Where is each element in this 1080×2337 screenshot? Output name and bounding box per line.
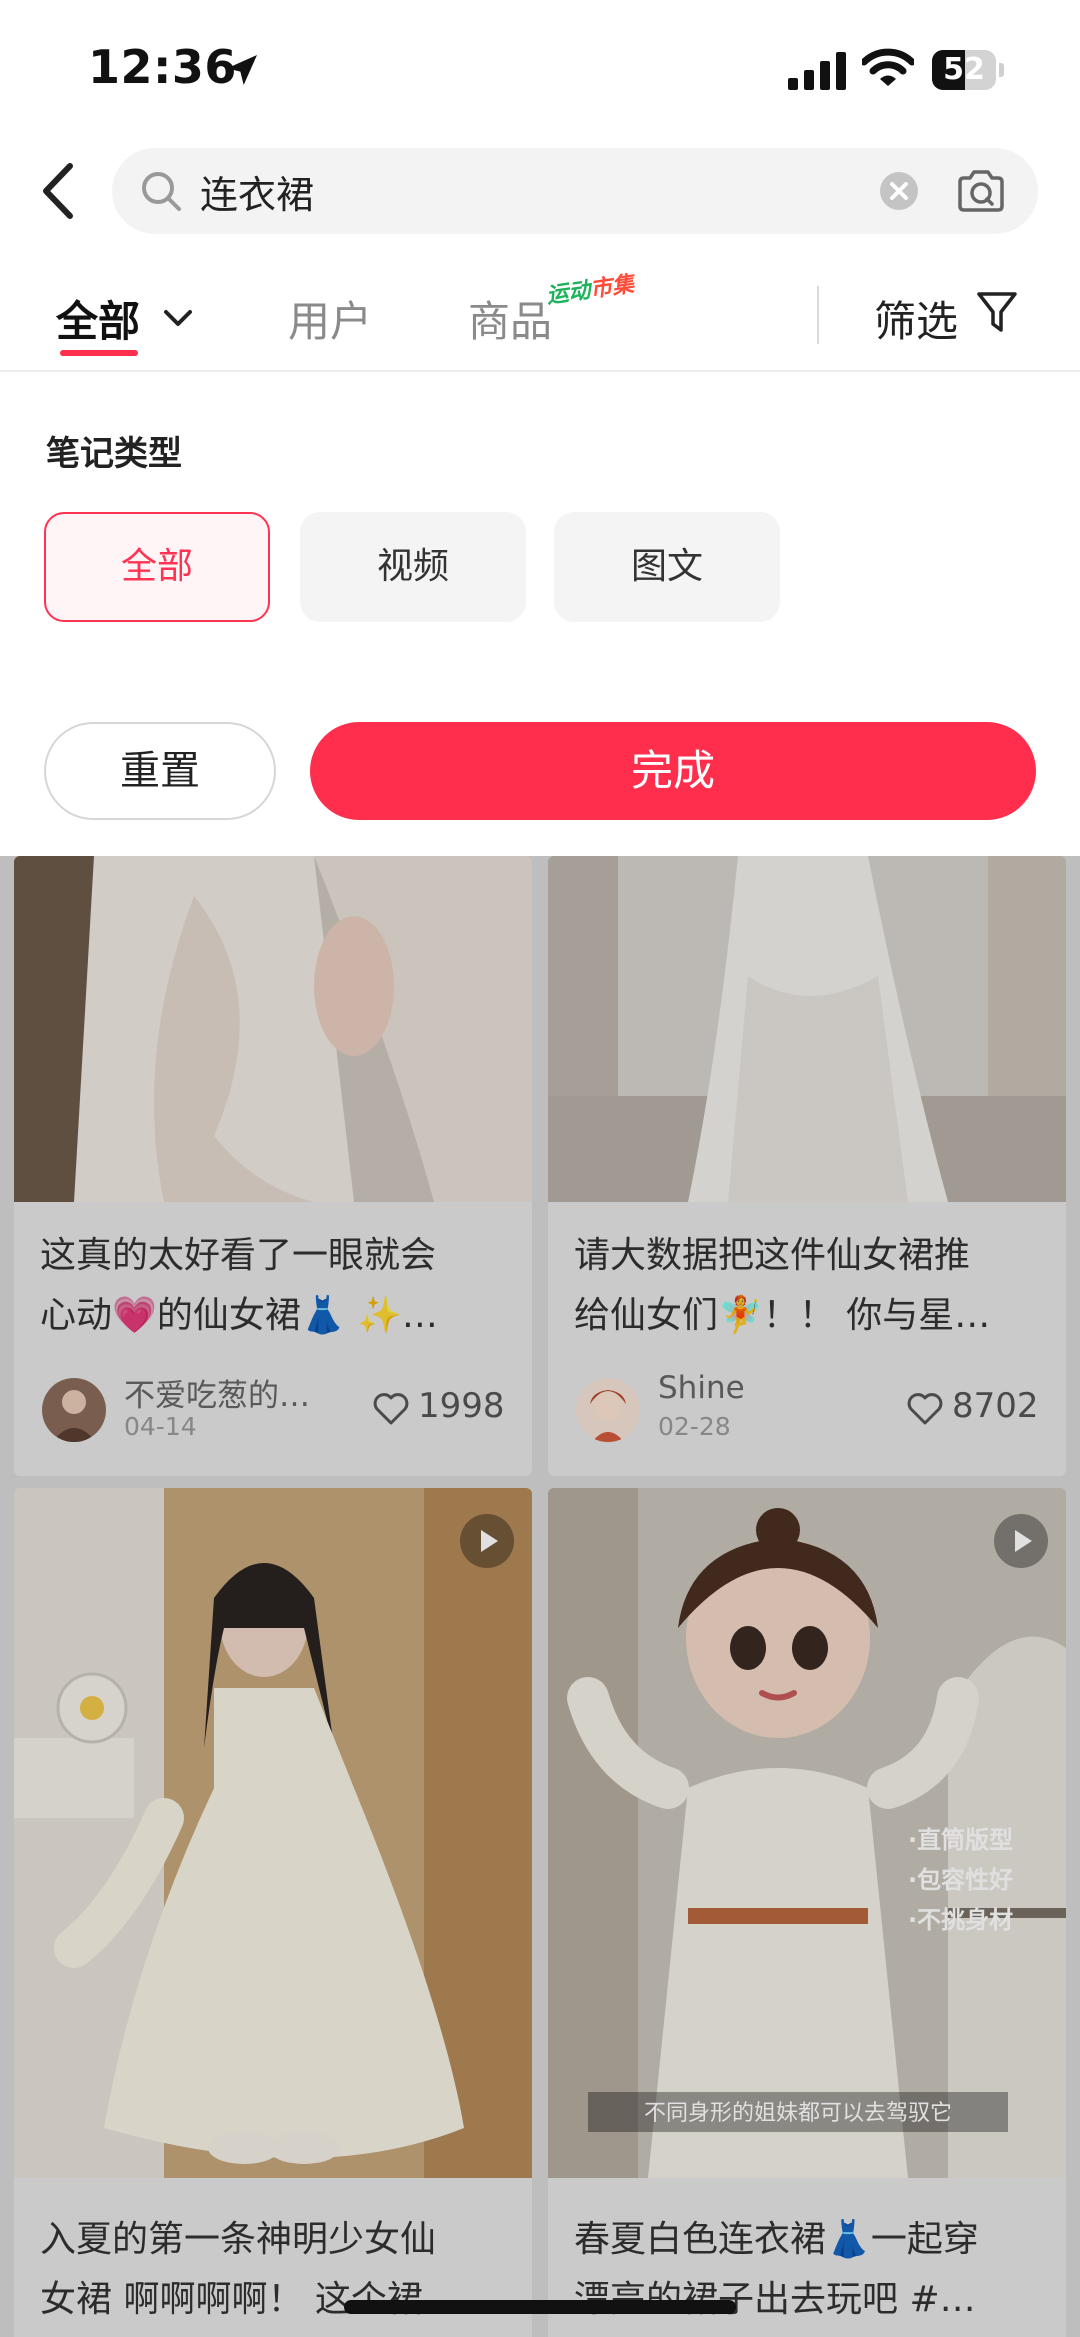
note-card[interactable]: ·直筒版型 ·包容性好 ·不挑身材 不同身形的姐妹都可以去驾驭它 春夏白色连衣裙… (548, 1488, 1066, 2337)
tab-divider (817, 286, 819, 344)
note-cover-image (548, 856, 1066, 1202)
overlay-tag: ·包容性好 (908, 1866, 1013, 1894)
search-icon (142, 172, 181, 211)
author-name[interactable]: 不爱吃葱的… (124, 1370, 324, 1415)
chip-image-text[interactable]: 图文 (554, 512, 780, 622)
avatar[interactable] (42, 1378, 106, 1442)
wifi-icon (862, 48, 914, 86)
search-tabs: 全部 用户 商品 运动市集 筛选 (0, 260, 1080, 372)
filter-panel: 笔记类型 全部 视频 图文 重置 完成 (0, 374, 1080, 856)
note-title: 入夏的第一条神明少女仙 (40, 2219, 437, 2260)
note-cover-image: ·直筒版型 ·包容性好 ·不挑身材 不同身形的姐妹都可以去驾驭它 (548, 1488, 1066, 2178)
post-date: 02-28 (658, 1412, 731, 1441)
note-cover-image (14, 1488, 532, 2178)
note-card[interactable]: 请大数据把这件仙女裙推 给仙女们🧚！！ 你与星… Shine 02-28 870… (548, 856, 1066, 1476)
done-button[interactable]: 完成 (310, 722, 1036, 820)
home-indicator[interactable] (344, 2300, 736, 2314)
like-count: 8702 (952, 1386, 1039, 1426)
search-box[interactable] (112, 148, 1038, 234)
note-title: 请大数据把这件仙女裙推 (574, 1235, 971, 1276)
post-date: 04-14 (124, 1412, 197, 1441)
tab-goods[interactable]: 商品 (468, 288, 552, 349)
tab-users[interactable]: 用户 (288, 288, 372, 349)
tab-active-indicator (60, 350, 138, 356)
reset-button[interactable]: 重置 (44, 722, 276, 820)
note-title-line2: 心动💗的仙女裙👗 ✨… (40, 1295, 438, 1336)
back-icon[interactable] (36, 160, 80, 222)
location-arrow-icon (227, 55, 257, 85)
tab-all[interactable]: 全部 (56, 288, 140, 349)
note-cover-image (14, 856, 532, 1202)
play-icon (460, 1514, 514, 1568)
filter-button[interactable]: 筛选 (874, 288, 958, 349)
note-card[interactable]: 入夏的第一条神明少女仙 女裙 啊啊啊啊！ 这个裙… (14, 1488, 532, 2337)
results-feed: 这真的太好看了一眼就会 心动💗的仙女裙👗 ✨… 不爱吃葱的… 04-14 199… (0, 856, 1080, 2337)
note-title: 这真的太好看了一眼就会 (40, 1235, 437, 1276)
play-icon (994, 1514, 1048, 1568)
note-card[interactable]: 这真的太好看了一眼就会 心动💗的仙女裙👗 ✨… 不爱吃葱的… 04-14 199… (14, 856, 532, 1476)
video-caption: 不同身形的姐妹都可以去驾驭它 (644, 2101, 952, 2126)
clear-icon[interactable] (880, 172, 918, 210)
note-title-line2: 给仙女们🧚！！ 你与星… (574, 1295, 991, 1336)
like-count: 1998 (418, 1386, 505, 1426)
signal-icon (788, 52, 846, 90)
chip-video[interactable]: 视频 (300, 512, 526, 622)
battery-level: 52 (943, 52, 985, 87)
camera-icon[interactable] (956, 168, 1006, 214)
promo-tag: 运动市集 (545, 271, 636, 309)
note-title: 春夏白色连衣裙👗一起穿 (574, 2219, 979, 2260)
author-name[interactable]: Shine (658, 1370, 858, 1406)
avatar[interactable] (576, 1378, 640, 1442)
status-time: 12:36 (88, 40, 237, 94)
battery-indicator: 52 (932, 50, 1004, 90)
filter-funnel-icon[interactable] (976, 290, 1018, 336)
overlay-tag: ·不挑身材 (908, 1906, 1013, 1934)
note-type-title: 笔记类型 (46, 434, 182, 474)
overlay-tag: ·直筒版型 (908, 1826, 1013, 1854)
chevron-down-icon[interactable] (160, 306, 196, 330)
heart-icon[interactable] (372, 1392, 410, 1426)
heart-icon[interactable] (906, 1392, 944, 1426)
status-bar: 12:36 52 (0, 0, 1080, 140)
chip-all[interactable]: 全部 (44, 512, 270, 622)
search-input[interactable] (200, 148, 850, 234)
